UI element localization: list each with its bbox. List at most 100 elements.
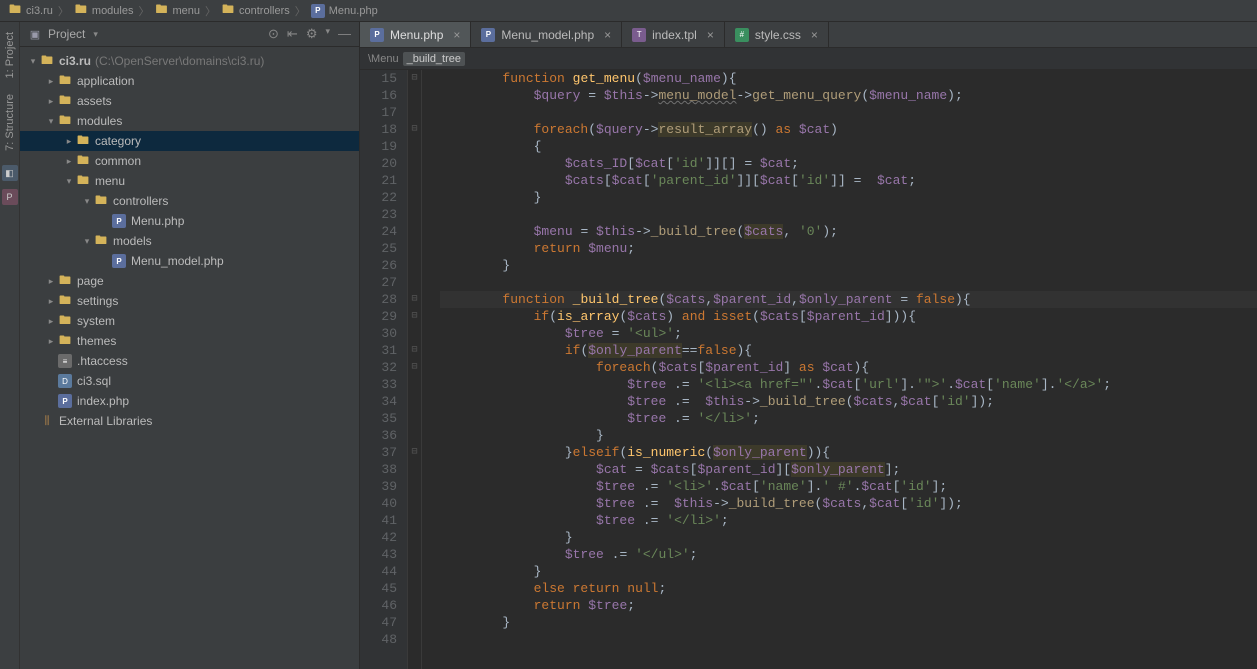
breadcrumb-item[interactable]: Menu.php	[307, 4, 382, 18]
code-line[interactable]: }	[440, 427, 1257, 444]
tree-row[interactable]: ▾controllers	[20, 191, 359, 211]
tool-window-project[interactable]: 1: Project	[2, 26, 18, 84]
breadcrumb-item[interactable]: controllers	[217, 4, 294, 18]
editor-tab[interactable]: index.tpl ×	[622, 22, 725, 47]
code-line[interactable]: }	[440, 614, 1257, 631]
code-line[interactable]	[440, 206, 1257, 223]
tree-arrow-icon[interactable]: ▾	[26, 56, 40, 67]
code-line[interactable]: $tree .= '</li>';	[440, 512, 1257, 529]
navigation-bar[interactable]: \Menu _build_tree	[360, 48, 1257, 70]
code-line[interactable]: }	[440, 189, 1257, 206]
breadcrumb-separator: 〉	[294, 3, 307, 19]
tool-window-structure[interactable]: 7: Structure	[2, 88, 18, 157]
dropdown-icon[interactable]: ▾	[93, 29, 98, 40]
code-line[interactable]: }	[440, 563, 1257, 580]
close-icon[interactable]: ×	[604, 28, 611, 42]
tree-arrow-icon[interactable]: ▾	[80, 196, 94, 207]
code-line[interactable]: $tree .= '</li>';	[440, 410, 1257, 427]
tree-label: ci3.sql	[77, 374, 111, 388]
tree-row[interactable]: index.php	[20, 391, 359, 411]
code-line[interactable]: $menu = $this->_build_tree($cats, '0');	[440, 223, 1257, 240]
tree-row[interactable]: ▾menu	[20, 171, 359, 191]
tree-row[interactable]: ▸page	[20, 271, 359, 291]
code-line[interactable]: $cat = $cats[$parent_id][$only_parent];	[440, 461, 1257, 478]
tree-row[interactable]: ▸common	[20, 151, 359, 171]
tool-icon-1[interactable]: ◧	[2, 165, 18, 181]
tree-row[interactable]: ▸application	[20, 71, 359, 91]
gear-dropdown-icon[interactable]: ▾	[325, 26, 330, 42]
code-line[interactable]	[440, 104, 1257, 121]
tree-arrow-icon[interactable]: ▸	[44, 316, 58, 327]
code-line[interactable]: $tree = '<ul>';	[440, 325, 1257, 342]
code-content[interactable]: function get_menu($menu_name){ $query = …	[422, 70, 1257, 669]
tree-row[interactable]: ▸assets	[20, 91, 359, 111]
tree-row[interactable]: ci3.sql	[20, 371, 359, 391]
code-line[interactable]: foreach($query->result_array() as $cat)	[440, 121, 1257, 138]
project-tree[interactable]: ▾ci3.ru(C:\OpenServer\domains\ci3.ru)▸ap…	[20, 47, 359, 669]
tree-row[interactable]: ▸themes	[20, 331, 359, 351]
code-line[interactable]: $tree .= '<li>'.$cat['name'].' #'.$cat['…	[440, 478, 1257, 495]
close-icon[interactable]: ×	[707, 28, 714, 42]
code-line[interactable]: $tree .= $this->_build_tree($cats,$cat['…	[440, 393, 1257, 410]
fold-gutter[interactable]: ⊟⊟⊟⊟⊟⊟⊟	[408, 70, 422, 669]
tree-row[interactable]: ▾models	[20, 231, 359, 251]
tree-arrow-icon[interactable]: ▸	[44, 296, 58, 307]
code-line[interactable]: }elseif(is_numeric($only_parent)){	[440, 444, 1257, 461]
code-line[interactable]: $cats_ID[$cat['id']][] = $cat;	[440, 155, 1257, 172]
tree-arrow-icon[interactable]: ▸	[62, 136, 76, 147]
code-line[interactable]: $cats[$cat['parent_id']][$cat['id']] = $…	[440, 172, 1257, 189]
code-line[interactable]: else return null;	[440, 580, 1257, 597]
code-line[interactable]: $query = $this->menu_model->get_menu_que…	[440, 87, 1257, 104]
tree-row[interactable]: Menu.php	[20, 211, 359, 231]
nav-class[interactable]: \Menu	[368, 53, 399, 65]
collapse-icon[interactable]: ⇤	[287, 26, 298, 42]
editor-tab[interactable]: Menu_model.php×	[471, 22, 622, 47]
code-editor[interactable]: 1516171819202122232425262728293031323334…	[360, 70, 1257, 669]
tree-row[interactable]: .htaccess	[20, 351, 359, 371]
nav-method[interactable]: _build_tree	[403, 52, 465, 66]
code-line[interactable]: if($only_parent==false){	[440, 342, 1257, 359]
code-line[interactable]: $tree .= $this->_build_tree($cats,$cat['…	[440, 495, 1257, 512]
tree-row[interactable]: ▾ci3.ru(C:\OpenServer\domains\ci3.ru)	[20, 51, 359, 71]
code-line[interactable]: }	[440, 257, 1257, 274]
code-line[interactable]: if(is_array($cats) and isset($cats[$pare…	[440, 308, 1257, 325]
code-line[interactable]: return $menu;	[440, 240, 1257, 257]
hide-icon[interactable]: —	[338, 26, 351, 42]
breadcrumb-item[interactable]: ci3.ru	[4, 4, 57, 18]
tree-row[interactable]: ▾modules	[20, 111, 359, 131]
breadcrumb-item[interactable]: modules	[70, 4, 138, 18]
tree-row[interactable]: ▸settings	[20, 291, 359, 311]
tree-row[interactable]: ▸category	[20, 131, 359, 151]
code-line[interactable]: return $tree;	[440, 597, 1257, 614]
tree-row[interactable]: ▸system	[20, 311, 359, 331]
close-icon[interactable]: ×	[811, 28, 818, 42]
tree-arrow-icon[interactable]: ▸	[44, 76, 58, 87]
tree-arrow-icon[interactable]: ▸	[62, 156, 76, 167]
tree-arrow-icon[interactable]: ▾	[80, 236, 94, 247]
tab-label: index.tpl	[652, 28, 697, 42]
code-line[interactable]: }	[440, 529, 1257, 546]
tree-arrow-icon[interactable]: ▾	[62, 176, 76, 187]
code-line[interactable]	[440, 631, 1257, 648]
php-icon	[481, 28, 495, 42]
gear-icon[interactable]: ⚙	[306, 26, 318, 42]
editor-tab[interactable]: Menu.php×	[360, 22, 471, 47]
editor-tab[interactable]: style.css×	[725, 22, 829, 47]
code-line[interactable]: function _build_tree($cats,$parent_id,$o…	[440, 291, 1257, 308]
code-line[interactable]: function get_menu($menu_name){	[440, 70, 1257, 87]
tree-arrow-icon[interactable]: ▸	[44, 96, 58, 107]
code-line[interactable]: foreach($cats[$parent_id] as $cat){	[440, 359, 1257, 376]
breadcrumb-item[interactable]: menu	[150, 4, 204, 18]
tree-row[interactable]: External Libraries	[20, 411, 359, 431]
code-line[interactable]	[440, 274, 1257, 291]
code-line[interactable]: $tree .= '</ul>';	[440, 546, 1257, 563]
tree-arrow-icon[interactable]: ▸	[44, 276, 58, 287]
code-line[interactable]: {	[440, 138, 1257, 155]
tree-arrow-icon[interactable]: ▸	[44, 336, 58, 347]
tree-row[interactable]: Menu_model.php	[20, 251, 359, 271]
tool-icon-2[interactable]: P	[2, 189, 18, 205]
code-line[interactable]: $tree .= '<li><a href="'.$cat['url'].'">…	[440, 376, 1257, 393]
tree-arrow-icon[interactable]: ▾	[44, 116, 58, 127]
close-icon[interactable]: ×	[453, 28, 460, 42]
locate-icon[interactable]: ⊙	[268, 26, 279, 42]
